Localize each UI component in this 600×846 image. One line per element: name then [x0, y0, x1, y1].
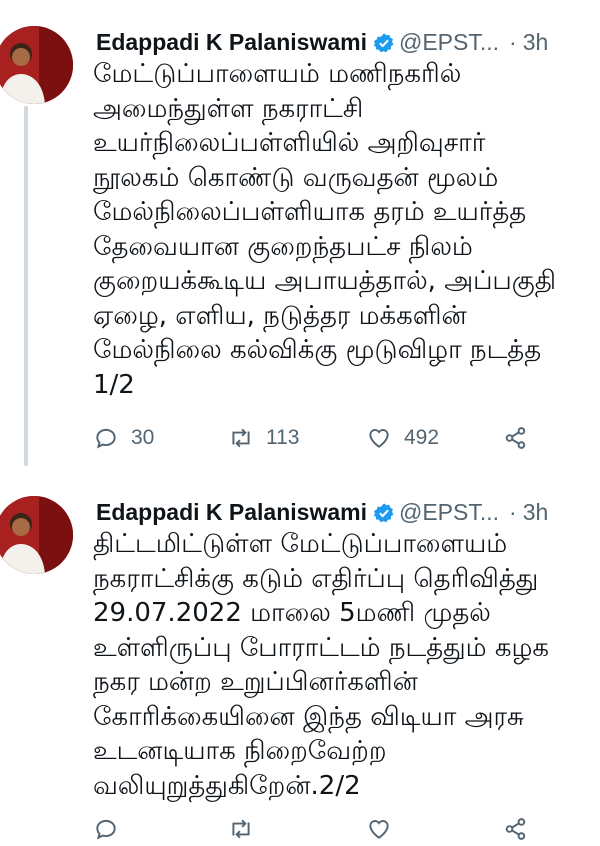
author-name[interactable]: Edappadi K Palaniswami	[96, 499, 367, 525]
tweet-text-line: வலியுறுத்துகிறேன்.2/2	[93, 770, 361, 801]
tweet-text-line: நூலகம் கொண்டு வருவதன் மூலம்	[93, 162, 499, 193]
reply-button[interactable]: 30	[93, 421, 154, 455]
tweet-header: Edappadi K Palaniswami @EPST... · 3h	[96, 26, 600, 58]
avatar[interactable]	[0, 496, 73, 574]
heart-icon	[369, 429, 389, 448]
tweet-text-line: நகராட்சிக்கு கடும் எதிர்ப்பு தெரிவித்து	[93, 563, 539, 594]
tweet-text-line: தேவையான குறைந்தபட்ச நிலம்	[93, 231, 473, 262]
tweet-actions: 30 113 492	[93, 421, 593, 455]
tweet-text-line: 29.07.2022 மாலை 5மணி முதல்	[93, 598, 491, 628]
tweet-text-line: நகர மன்ற உறுப்பினர்களின்	[93, 667, 418, 697]
avatar[interactable]	[0, 26, 73, 104]
share-button[interactable]	[503, 421, 541, 455]
author-name[interactable]: Edappadi K Palaniswami	[96, 29, 367, 55]
retweet-icon	[232, 819, 250, 839]
tweet-text-line: உடனடியாக நிறைவேற்ற	[93, 736, 387, 766]
tweet-1[interactable]: Edappadi K Palaniswami @EPST... · 3h மேட்டு…	[0, 0, 600, 470]
tweet-text-line: மேல்நிலை கல்விக்கு மூடுவிழா நடத்த	[93, 335, 542, 365]
tweet-time[interactable]: 3h	[523, 499, 549, 525]
verified-badge-icon	[373, 31, 395, 53]
tweet-header: Edappadi K Palaniswami @EPST... · 3h	[96, 496, 600, 528]
reply-icon	[96, 819, 116, 840]
share-icon	[505, 427, 526, 449]
like-button[interactable]	[366, 812, 404, 846]
separator-dot: ·	[509, 29, 517, 55]
reply-icon	[96, 428, 116, 449]
tweet-time[interactable]: 3h	[523, 29, 549, 55]
like-button[interactable]: 492	[366, 421, 439, 455]
tweet-text-line: மேல்நிலைப்பள்ளியாக தரம் உயர்த்த	[93, 197, 527, 227]
verified-badge-icon	[373, 501, 395, 523]
retweet-button[interactable]: 113	[228, 421, 299, 455]
tweet-text-line: மேட்டுப்பாளையம் மணிநகரில்	[93, 59, 462, 89]
heart-icon	[369, 820, 389, 839]
tweet-text-line: குறையக்கூடிய அபாயத்தால், அப்பகுதி	[93, 266, 557, 296]
retweet-count: 113	[266, 426, 300, 449]
tweet-text-line: 1/2	[93, 369, 135, 400]
like-count: 492	[404, 426, 440, 449]
reply-button[interactable]	[93, 812, 131, 846]
share-icon	[505, 818, 526, 840]
tweet-text-line: உள்ளிருப்பு போராட்டம் நடத்தும் கழக	[93, 632, 550, 663]
tweet-text: மேட்டுப்பாளையம் மணிநகரில் அமைந்துள்ள நகர…	[93, 57, 600, 402]
tweet-2[interactable]: Edappadi K Palaniswami @EPST... · 3h திட்டம…	[0, 470, 600, 840]
tweet-text-line: திட்டமிட்டுள்ள மேட்டுப்பாளையம்	[93, 529, 508, 559]
thread-line	[24, 106, 28, 466]
tweet-text-line: அமைந்துள்ள நகராட்சி	[93, 93, 364, 124]
retweet-button[interactable]	[228, 812, 266, 846]
retweet-icon	[232, 428, 250, 448]
tweet-text-line: உயர்நிலைப்பள்ளியில் அறிவுசார்	[93, 128, 486, 158]
separator-dot: ·	[509, 499, 517, 525]
tweet-text-line: கோரிக்கையினை இந்த விடியா அரசு	[93, 701, 524, 732]
tweet-actions	[93, 812, 593, 846]
author-handle[interactable]: @EPST...	[399, 499, 499, 525]
tweet-text-line: ஏழை, எளிய, நடுத்தர மக்களின்	[93, 300, 467, 331]
share-button[interactable]	[503, 812, 541, 846]
reply-count: 30	[131, 426, 155, 449]
author-handle[interactable]: @EPST...	[399, 29, 499, 55]
tweet-text: திட்டமிட்டுள்ள மேட்டுப்பாளையம் நகராட்சிக…	[93, 527, 600, 803]
